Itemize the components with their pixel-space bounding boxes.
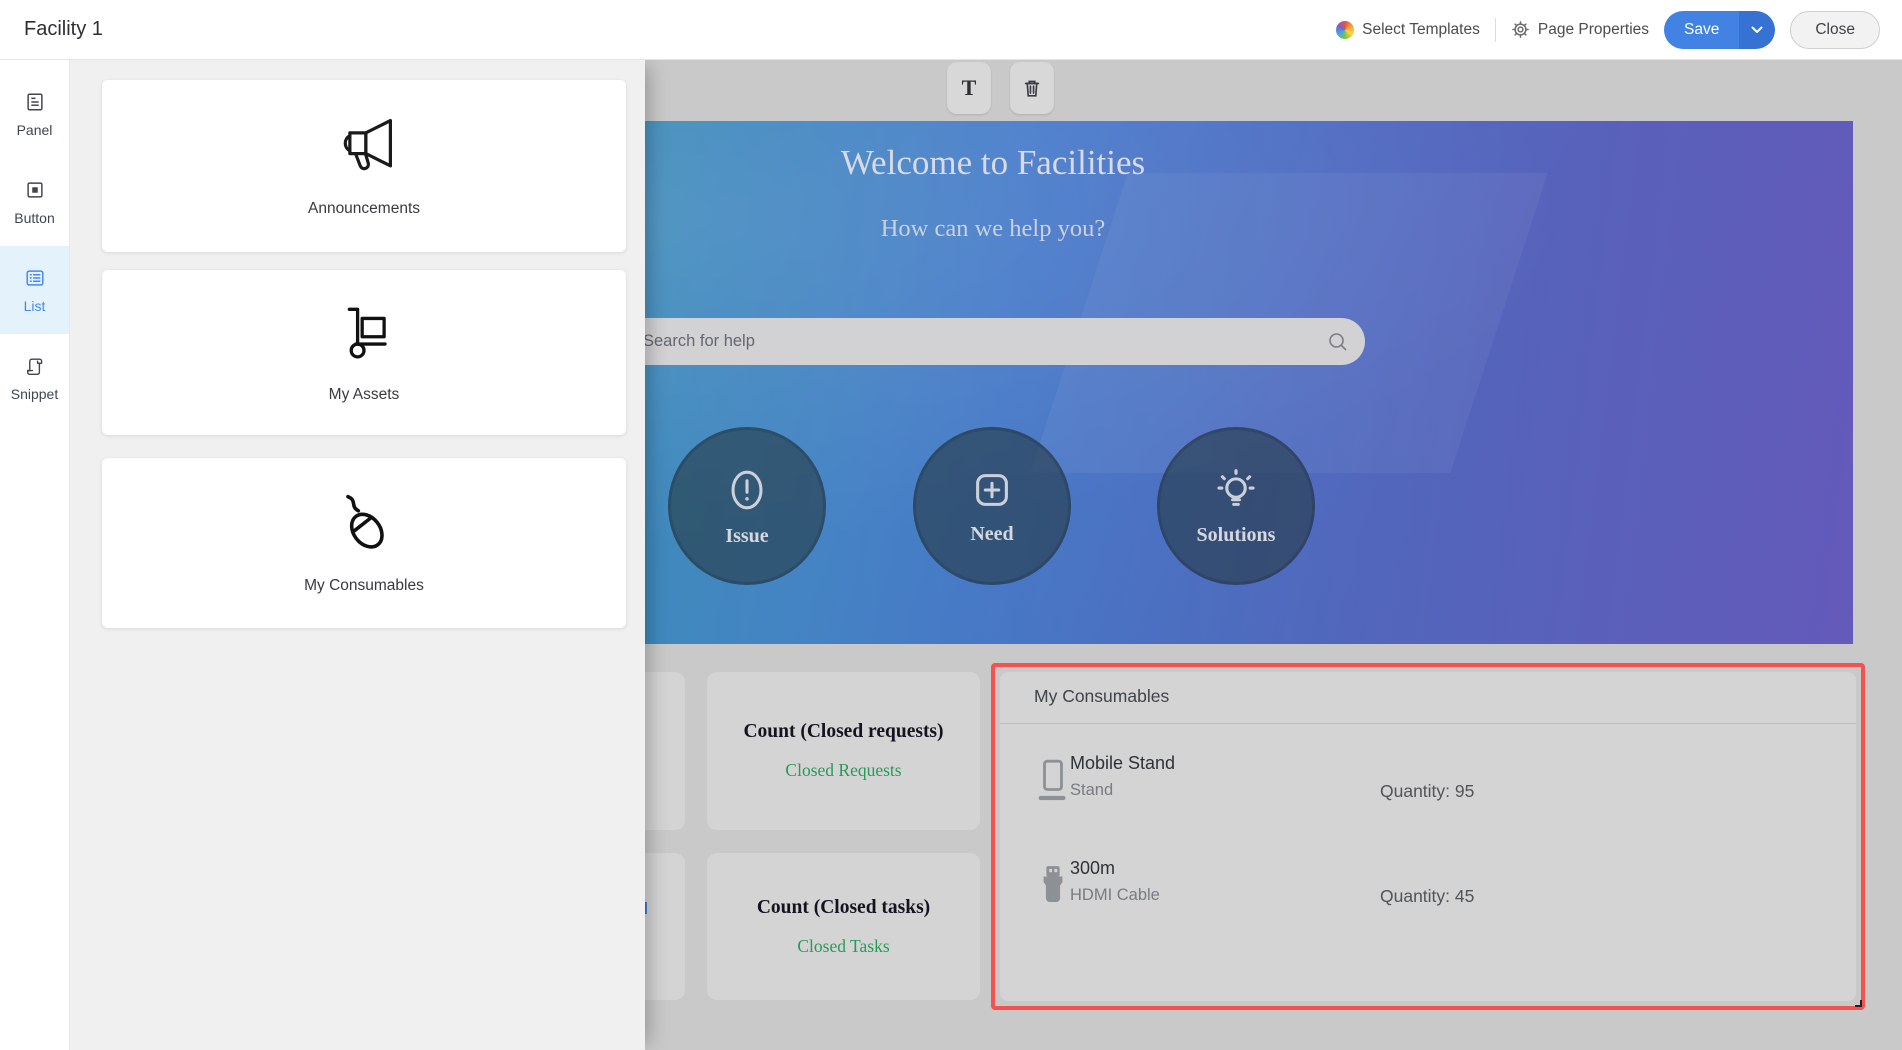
need-action-button[interactable]: Need <box>913 427 1071 585</box>
consumable-quantity: Quantity: 95 <box>1380 781 1475 801</box>
widget-card-label: Announcements <box>307 200 421 217</box>
text-tool-button[interactable]: T <box>947 62 991 114</box>
consumable-name: Mobile Stand <box>1070 753 1176 773</box>
widget-card-my-consumables[interactable]: My Consumables <box>102 458 626 628</box>
my-consumables-panel[interactable]: My Consumables Mobile Stand Stand Quanti… <box>1000 672 1856 1001</box>
widget-type-sidebar: Panel Button List Snippet <box>0 60 70 1050</box>
closed-tasks-link[interactable]: Closed Tasks <box>797 936 889 957</box>
stat-card-closed-requests[interactable]: Count (Closed requests) Closed Requests <box>707 672 980 830</box>
mobile-stand-icon <box>1036 755 1070 807</box>
consumable-list-item[interactable]: 300m HDMI Cable Quantity: 45 <box>1000 858 1856 920</box>
stat-card-closed-tasks[interactable]: Count (Closed tasks) Closed Tasks <box>707 853 980 1000</box>
action-label: Need <box>970 522 1014 545</box>
plus-icon <box>969 467 1015 513</box>
select-templates-label: Select Templates <box>1362 20 1480 38</box>
megaphone-icon <box>328 114 400 180</box>
button-icon <box>24 179 46 201</box>
alert-icon <box>724 465 770 515</box>
save-button[interactable]: Save <box>1664 10 1740 49</box>
trash-icon <box>1021 77 1043 99</box>
gear-icon <box>1511 20 1530 39</box>
sidebar-item-snippet[interactable]: Snippet <box>0 334 69 422</box>
consumable-list-item[interactable]: Mobile Stand Stand Quantity: 95 <box>1000 753 1856 815</box>
panel-icon <box>24 91 46 113</box>
divider <box>1494 17 1496 42</box>
action-label: Issue <box>725 524 769 547</box>
consumable-name: 300m <box>1070 858 1116 878</box>
magnifier-icon <box>1327 331 1349 353</box>
delete-tool-button[interactable] <box>1010 62 1054 114</box>
sidebar-item-label: Button <box>14 209 55 226</box>
resize-handle[interactable] <box>1855 1000 1862 1007</box>
sidebar-item-panel[interactable]: Panel <box>0 70 69 158</box>
sidebar-item-label: Panel <box>16 121 53 138</box>
widget-card-label: My Assets <box>328 385 400 403</box>
sidebar-item-label: Snippet <box>10 385 59 402</box>
sidebar-item-list[interactable]: List <box>0 246 69 334</box>
solutions-action-button[interactable]: Solutions <box>1157 427 1315 585</box>
issue-action-button[interactable]: Issue <box>668 427 826 585</box>
help-search-bar[interactable] <box>621 318 1365 365</box>
page-properties-button[interactable]: Page Properties <box>1511 20 1649 39</box>
page-title: Facility 1 <box>24 18 103 40</box>
divider <box>1000 723 1856 724</box>
list-widget-drawer: Announcements My Assets My Consumables <box>70 60 645 1050</box>
save-dropdown-button[interactable] <box>1739 10 1776 49</box>
sidebar-item-button[interactable]: Button <box>0 158 69 246</box>
chevron-down-icon <box>1751 26 1763 33</box>
closed-requests-link[interactable]: Closed Requests <box>785 760 901 781</box>
page-properties-label: Page Properties <box>1537 20 1650 38</box>
stat-card-title: Count (Closed tasks) <box>756 896 931 918</box>
select-templates-button[interactable]: Select Templates <box>1336 20 1480 39</box>
templates-palette-icon <box>1336 20 1355 39</box>
stat-card-title: Count (Closed requests) <box>743 721 944 742</box>
save-split-button[interactable]: Save <box>1664 10 1776 49</box>
widget-card-label: My Consumables <box>304 577 424 594</box>
search-input[interactable] <box>621 318 1327 365</box>
sidebar-item-label: List <box>23 297 46 314</box>
my-consumables-widget-selected[interactable]: My Consumables Mobile Stand Stand Quanti… <box>991 663 1865 1010</box>
close-button[interactable]: Close <box>1790 10 1880 49</box>
bulb-icon <box>1213 466 1259 514</box>
consumable-category: HDMI Cable <box>1070 886 1160 904</box>
consumables-panel-title: My Consumables <box>1034 686 1170 706</box>
snippet-icon <box>24 355 46 377</box>
action-label: Solutions <box>1196 523 1276 546</box>
builder-header: Facility 1 Select Templates Page Propert… <box>0 0 1902 60</box>
mouse-icon <box>331 491 397 557</box>
text-tool-label: T <box>961 75 977 100</box>
handtruck-icon <box>331 302 397 366</box>
list-icon <box>24 267 46 289</box>
consumable-quantity: Quantity: 45 <box>1380 886 1475 906</box>
widget-card-announcements[interactable]: Announcements <box>102 80 626 252</box>
hdmi-plug-icon <box>1036 862 1070 908</box>
widget-card-my-assets[interactable]: My Assets <box>102 270 626 435</box>
consumable-category: Stand <box>1070 781 1114 799</box>
